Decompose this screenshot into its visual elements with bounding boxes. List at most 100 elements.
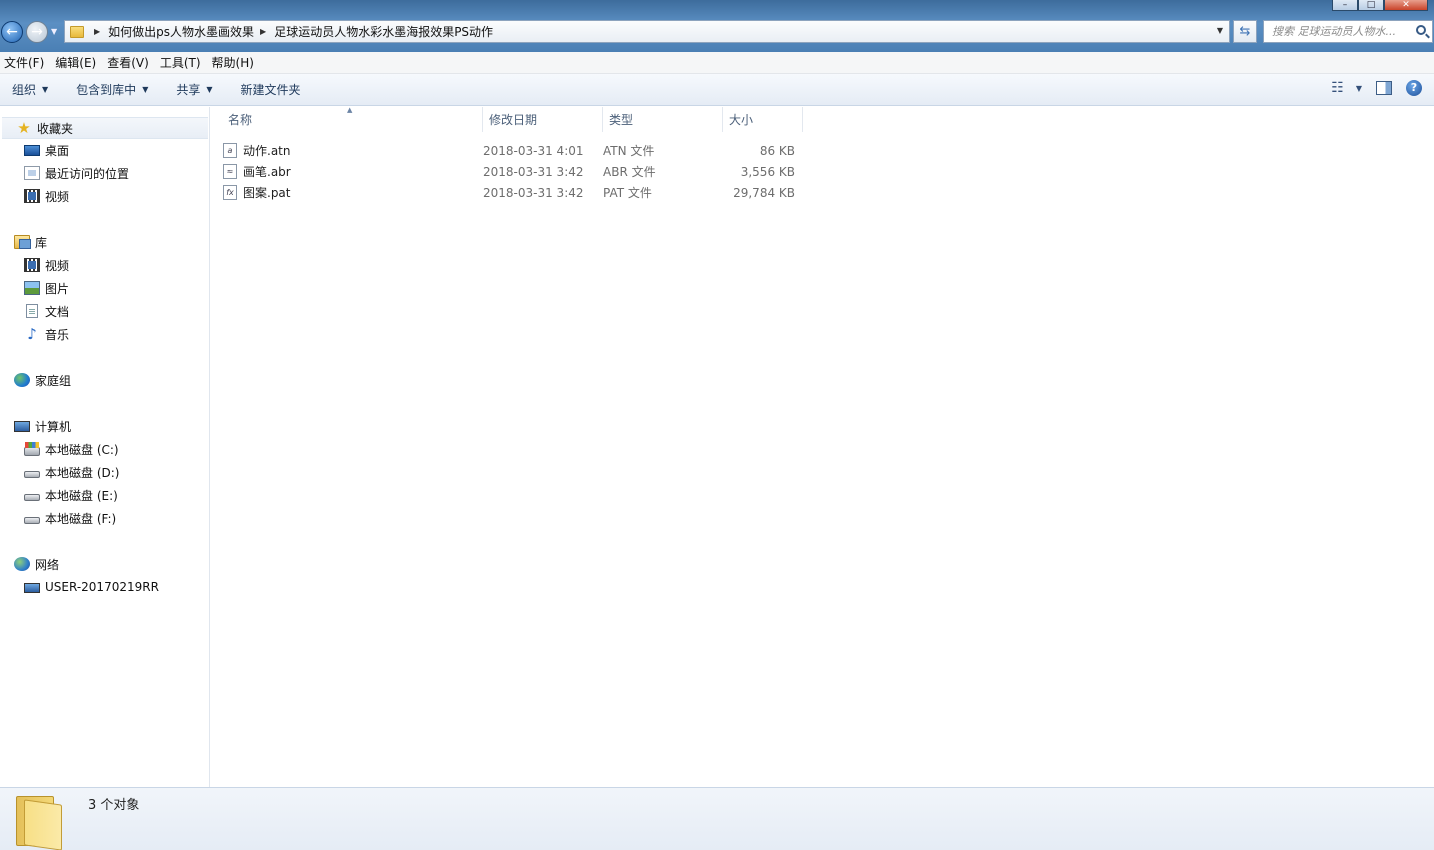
- video-icon: [24, 189, 40, 203]
- computer-icon: [14, 420, 30, 432]
- nav-item-label: 文档: [45, 304, 70, 319]
- back-button[interactable]: ←: [1, 21, 23, 43]
- nav-item-recent-places[interactable]: 最近访问的位置: [0, 162, 208, 184]
- star-icon: ★: [17, 119, 31, 137]
- address-bar[interactable]: ▶ 如何做出ps人物水墨画效果 ▶ 足球运动员人物水彩水墨海报效果PS动作 ▼: [64, 20, 1230, 43]
- maximize-button[interactable]: □: [1358, 0, 1384, 11]
- file-row[interactable]: a 动作.atn 2018-03-31 4:01 ATN 文件 86 KB: [223, 140, 803, 161]
- nav-item-label: 图片: [45, 281, 70, 296]
- nav-item-drive-c[interactable]: 本地磁盘 (C:): [0, 438, 208, 460]
- drive-icon: [24, 494, 40, 501]
- folder-icon: [70, 25, 84, 38]
- chevron-down-icon: ▼: [42, 85, 49, 94]
- file-list: ▲ 名称 修改日期 类型 大小 a 动作.atn 2018-03-31 4:01…: [211, 106, 1434, 787]
- picture-icon: [24, 281, 40, 295]
- nav-item-drive-f[interactable]: 本地磁盘 (F:): [0, 507, 208, 529]
- file-size: 29,784 KB: [733, 185, 795, 200]
- nav-item-music[interactable]: ♪ 音乐: [0, 323, 208, 345]
- preview-pane-icon[interactable]: [1376, 81, 1392, 95]
- recent-places-icon: [24, 166, 40, 180]
- help-icon[interactable]: ?: [1406, 80, 1422, 96]
- column-header-size[interactable]: 大小: [723, 107, 803, 132]
- column-header-name[interactable]: ▲ 名称: [211, 106, 483, 132]
- homegroup-icon: [14, 373, 30, 387]
- chevron-down-icon: ▼: [142, 85, 149, 94]
- nav-computer[interactable]: 计算机: [0, 415, 208, 437]
- nav-item-pictures[interactable]: 图片: [0, 277, 208, 299]
- column-header-label: 类型: [609, 113, 634, 127]
- navigation-pane: ★ 收藏夹 桌面 最近访问的位置 视频 库 视频 图片 文档 ♪ 音乐 家庭组 …: [0, 107, 210, 787]
- share-label: 共享: [176, 83, 201, 97]
- file-size: 86 KB: [759, 143, 795, 158]
- nav-item-videos[interactable]: 视频: [0, 254, 208, 276]
- menu-help[interactable]: 帮助(H): [208, 54, 259, 71]
- file-date: 2018-03-31 3:42: [483, 185, 584, 200]
- nav-item-videos-favorite[interactable]: 视频: [0, 185, 208, 207]
- abr-file-icon: ≈: [223, 164, 237, 179]
- search-input[interactable]: [1272, 25, 1412, 38]
- nav-network[interactable]: 网络: [0, 553, 208, 575]
- pat-file-icon: fx: [223, 185, 237, 200]
- nav-item-label: 音乐: [45, 327, 70, 342]
- chevron-down-icon[interactable]: ▼: [1217, 26, 1223, 35]
- recent-pages-dropdown-icon[interactable]: ▼: [51, 27, 57, 36]
- file-row[interactable]: ≈ 画笔.abr 2018-03-31 3:42 ABR 文件 3,556 KB: [223, 161, 803, 182]
- menu-tools[interactable]: 工具(T): [156, 54, 206, 71]
- music-note-icon: ♪: [27, 325, 37, 343]
- file-size: 3,556 KB: [740, 164, 795, 179]
- organize-button[interactable]: 组织 ▼: [0, 81, 56, 98]
- file-name-cell: fx 图案.pat: [223, 184, 483, 201]
- forward-button[interactable]: →: [26, 21, 48, 43]
- file-name: 动作.atn: [243, 144, 291, 158]
- nav-item-network-pc[interactable]: USER-20170219RR: [0, 576, 208, 598]
- refresh-button[interactable]: ⇆: [1233, 20, 1257, 43]
- share-button[interactable]: 共享 ▼: [164, 81, 220, 98]
- breadcrumb-arrow-icon[interactable]: ▶: [260, 27, 266, 36]
- file-name-cell: a 动作.atn: [223, 142, 483, 159]
- change-view-button[interactable]: ☷ ▼: [1331, 80, 1362, 96]
- new-folder-button[interactable]: 新建文件夹: [229, 81, 309, 98]
- library-icon: [14, 235, 31, 249]
- file-type: PAT 文件: [603, 186, 652, 200]
- close-button[interactable]: ✕: [1384, 0, 1428, 11]
- nav-network-label: 网络: [35, 557, 60, 572]
- nav-item-label: USER-20170219RR: [45, 580, 159, 594]
- file-name: 画笔.abr: [243, 165, 291, 179]
- search-box[interactable]: [1263, 20, 1433, 43]
- column-header-type[interactable]: 类型: [603, 107, 723, 132]
- search-icon[interactable]: [1416, 25, 1426, 35]
- drive-icon: [24, 517, 40, 524]
- nav-item-documents[interactable]: 文档: [0, 300, 208, 322]
- breadcrumb-item-current[interactable]: 足球运动员人物水彩水墨海报效果PS动作: [274, 23, 493, 40]
- folder-icon: [16, 792, 68, 850]
- file-row[interactable]: fx 图案.pat 2018-03-31 3:42 PAT 文件 29,784 …: [223, 182, 803, 203]
- new-folder-label: 新建文件夹: [240, 83, 301, 97]
- include-in-library-button[interactable]: 包含到库中 ▼: [64, 81, 156, 98]
- atn-file-icon: a: [223, 143, 237, 158]
- column-headers: ▲ 名称 修改日期 类型 大小: [211, 106, 803, 132]
- minimize-button[interactable]: –: [1332, 0, 1358, 11]
- item-count: 3 个对象: [88, 798, 140, 813]
- menu-view[interactable]: 查看(V): [103, 54, 154, 71]
- menu-edit[interactable]: 编辑(E): [51, 54, 101, 71]
- column-header-label: 修改日期: [489, 113, 538, 127]
- nav-item-label: 本地磁盘 (E:): [45, 488, 118, 503]
- nav-item-drive-d[interactable]: 本地磁盘 (D:): [0, 461, 208, 483]
- nav-item-label: 本地磁盘 (F:): [45, 511, 117, 526]
- sort-ascending-icon: ▲: [347, 106, 353, 114]
- nav-libraries[interactable]: 库: [0, 231, 208, 253]
- menu-file[interactable]: 文件(F): [0, 54, 49, 71]
- nav-item-label: 最近访问的位置: [45, 166, 130, 181]
- nav-favorites-label: 收藏夹: [37, 121, 74, 136]
- chevron-down-icon: ▼: [1355, 83, 1362, 93]
- nav-homegroup[interactable]: 家庭组: [0, 369, 208, 391]
- nav-favorites[interactable]: ★ 收藏夹: [2, 117, 208, 139]
- breadcrumb-item-parent[interactable]: 如何做出ps人物水墨画效果: [108, 23, 254, 40]
- column-header-date[interactable]: 修改日期: [483, 107, 603, 132]
- breadcrumb-arrow-icon[interactable]: ▶: [94, 27, 100, 36]
- nav-item-desktop[interactable]: 桌面: [0, 139, 208, 161]
- menu-bar: 文件(F) 编辑(E) 查看(V) 工具(T) 帮助(H): [0, 52, 1434, 74]
- details-pane: 3 个对象: [0, 787, 1434, 850]
- nav-item-drive-e[interactable]: 本地磁盘 (E:): [0, 484, 208, 506]
- nav-computer-label: 计算机: [35, 419, 72, 434]
